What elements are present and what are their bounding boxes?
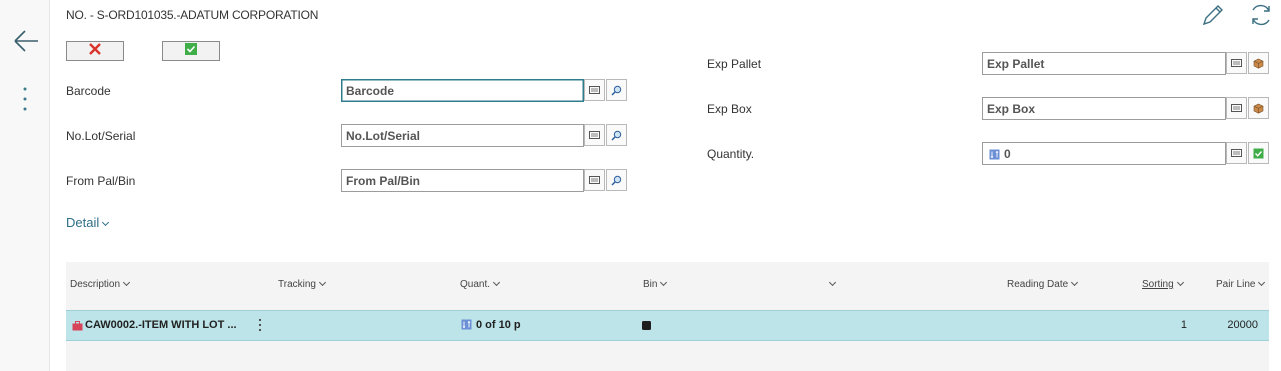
package-icon[interactable] — [1248, 97, 1269, 119]
chevron-down-icon — [660, 278, 668, 287]
column-label: Bin — [643, 279, 658, 290]
quantity-value: 0 — [1004, 147, 1011, 161]
grid-empty-area — [66, 341, 1269, 371]
green-check-icon — [184, 42, 198, 61]
more-options-icon[interactable] — [20, 86, 30, 114]
chevron-down-icon — [1258, 278, 1266, 287]
page-caption: NO. - S-ORD101035.-ADATUM CORPORATION — [66, 8, 319, 22]
keyboard-icon[interactable] — [1226, 142, 1247, 164]
row-sorting: 1 — [1180, 319, 1187, 331]
grid-header — [66, 262, 1269, 310]
row-quant[interactable]: 0 of 10 p — [476, 319, 521, 331]
column-unnamed[interactable] — [826, 278, 837, 290]
quantity-label: Quantity. — [707, 147, 755, 161]
column-sorting[interactable]: Sorting — [1142, 278, 1184, 290]
exp-box-label: Exp Box — [707, 102, 752, 116]
exp-pallet-input[interactable]: Exp Pallet — [982, 52, 1226, 75]
chevron-down-icon — [828, 278, 837, 287]
cancel-button[interactable] — [66, 41, 124, 61]
column-tracking[interactable]: Tracking — [278, 278, 327, 290]
chevron-down-icon — [492, 278, 501, 287]
quantity-input[interactable]: 0 — [982, 142, 1226, 165]
row-description[interactable]: CAW0002.-ITEM WITH LOT ... — [85, 319, 237, 331]
column-label: Reading Date — [1007, 279, 1069, 290]
back-arrow-icon[interactable] — [12, 27, 40, 55]
lookup-search-icon[interactable] — [606, 169, 627, 191]
lookup-search-icon[interactable] — [606, 79, 627, 101]
column-pair-line[interactable]: Pair Line — [1216, 278, 1266, 290]
item-box-icon — [72, 321, 83, 334]
refresh-icon[interactable] — [1248, 2, 1274, 28]
column-bin[interactable]: Bin — [643, 278, 668, 290]
column-label: Description — [70, 279, 121, 290]
table-row[interactable]: CAW0002.-ITEM WITH LOT ... 0 of 10 p 1 2… — [66, 310, 1269, 341]
chevron-down-icon — [102, 218, 110, 227]
keyboard-icon[interactable] — [584, 124, 605, 146]
chevron-down-icon — [1071, 278, 1079, 287]
from-pal-bin-input[interactable]: From Pal/Bin — [341, 169, 584, 192]
bin-square-icon — [642, 321, 651, 333]
keyboard-icon[interactable] — [584, 169, 605, 191]
keyboard-icon[interactable] — [1226, 52, 1247, 74]
column-label: Sorting — [1142, 279, 1174, 290]
detail-label: Detail — [66, 215, 100, 230]
row-more-icon[interactable] — [257, 318, 263, 335]
red-x-icon — [88, 42, 102, 61]
detail-toggle[interactable]: Detail — [66, 215, 110, 230]
chevron-down-icon — [1176, 278, 1184, 287]
column-description[interactable]: Description — [70, 278, 131, 290]
column-reading-date[interactable]: Reading Date — [1007, 278, 1079, 290]
row-pair-line: 20000 — [1227, 319, 1258, 331]
edit-pencil-icon[interactable] — [1200, 2, 1226, 28]
column-label: Tracking — [278, 279, 316, 290]
column-label: Pair Line — [1216, 279, 1256, 290]
green-check-icon[interactable] — [1248, 142, 1269, 164]
lookup-search-icon[interactable] — [606, 124, 627, 146]
confirm-button[interactable] — [162, 41, 220, 61]
barcode-label: Barcode — [66, 84, 111, 98]
column-label: Quant. — [460, 279, 491, 290]
column-quant[interactable]: Quant. — [460, 278, 501, 290]
quantity-calc-icon — [461, 319, 472, 333]
exp-box-input[interactable]: Exp Box — [982, 97, 1226, 120]
keyboard-icon[interactable] — [584, 79, 605, 101]
chevron-down-icon — [318, 278, 327, 287]
keyboard-icon[interactable] — [1226, 97, 1247, 119]
quantity-calc-icon — [989, 149, 1000, 163]
lot-serial-input[interactable]: No.Lot/Serial — [341, 124, 584, 147]
package-icon[interactable] — [1248, 52, 1269, 74]
from-pal-bin-label: From Pal/Bin — [66, 174, 136, 188]
left-rail — [0, 0, 50, 371]
chevron-down-icon — [122, 278, 131, 287]
lot-serial-label: No.Lot/Serial — [66, 129, 136, 143]
exp-pallet-label: Exp Pallet — [707, 57, 762, 71]
barcode-input[interactable]: Barcode — [341, 79, 584, 102]
